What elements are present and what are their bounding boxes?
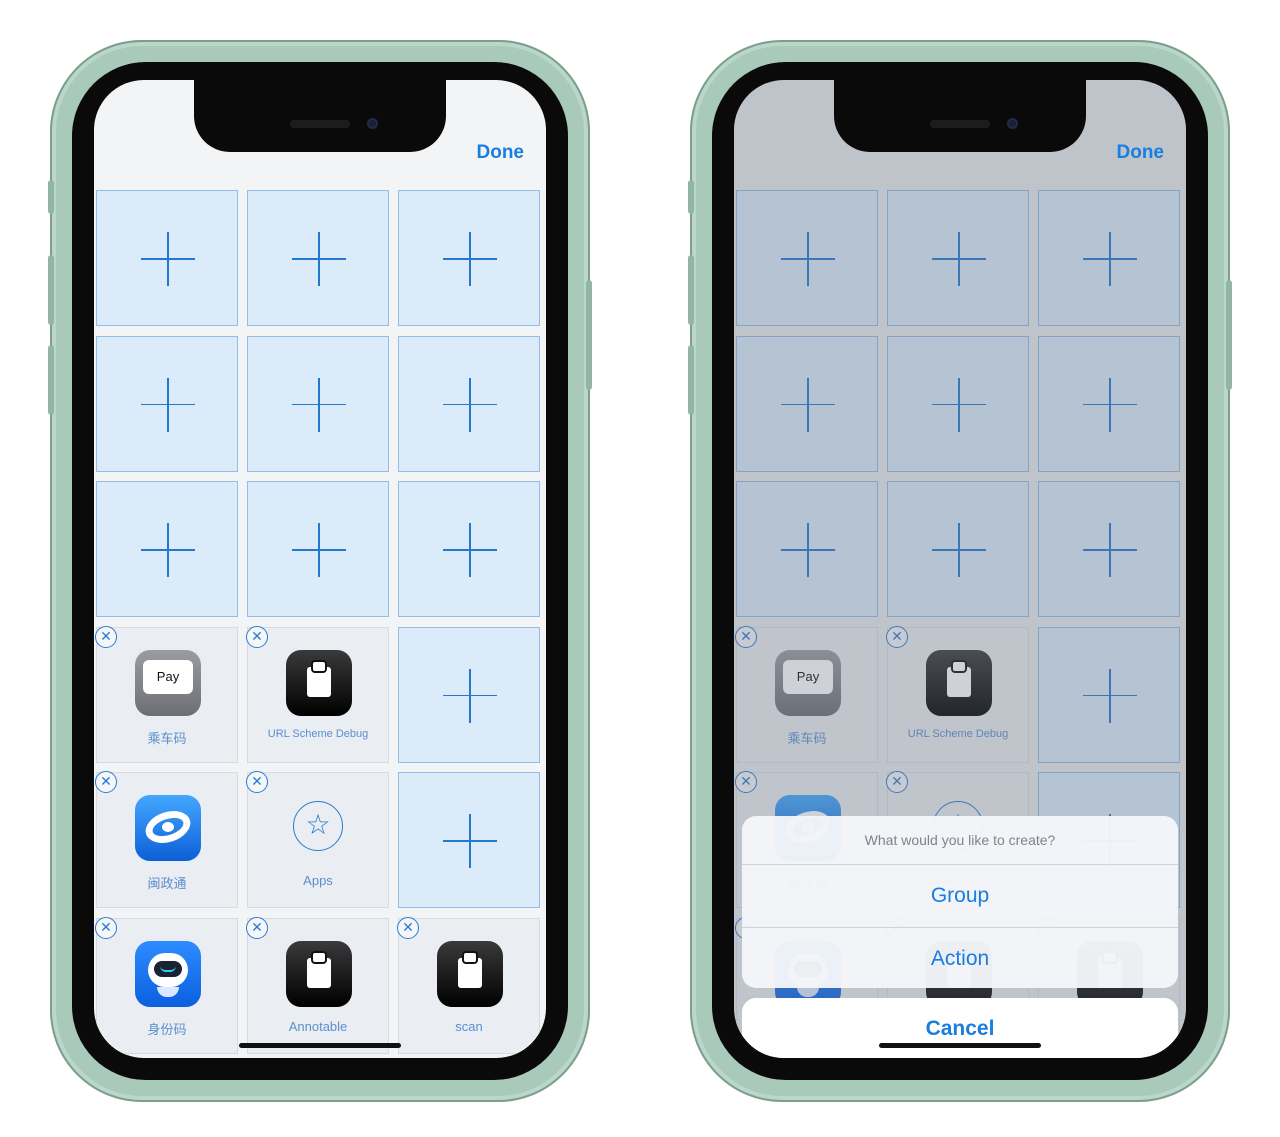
plus-icon xyxy=(443,377,497,432)
shortcut-tile[interactable]: ✕ URL Scheme Debug xyxy=(246,625,389,763)
clipboard-clip xyxy=(464,953,476,962)
clipboard-icon xyxy=(286,941,352,1007)
remove-icon[interactable]: ✕ xyxy=(246,771,268,794)
remove-icon[interactable]: ✕ xyxy=(95,625,117,648)
left-phone: Done ✕ Pay 乘车码 ✕ URL Scheme Debug ✕ 闽政通 ✕ ☆ Apps ✕… xyxy=(48,40,592,1102)
volume-down-button xyxy=(48,345,54,415)
clipboard-body xyxy=(458,958,482,988)
plus-icon xyxy=(141,377,195,432)
plus-icon xyxy=(443,668,497,723)
plus-icon xyxy=(141,232,195,286)
apple-pay-icon: Pay xyxy=(135,649,201,716)
power-button xyxy=(586,280,592,390)
tile-label: URL Scheme Debug xyxy=(267,727,369,740)
star-circle-icon: ☆ xyxy=(293,801,343,852)
tile-label: Annotable xyxy=(288,1019,348,1034)
action-option-button[interactable]: Action xyxy=(742,928,1178,988)
camera xyxy=(1007,118,1018,129)
action-sheet-title: What would you like to create? xyxy=(742,816,1178,865)
notch xyxy=(194,80,446,152)
clipboard-icon xyxy=(437,941,503,1007)
shortcut-tile[interactable]: ✕ scan xyxy=(397,917,540,1054)
plus-icon xyxy=(443,232,497,286)
plus-icon xyxy=(443,523,497,578)
add-tile[interactable] xyxy=(96,481,238,618)
shortcut-tile[interactable]: ✕ Annotable xyxy=(246,917,389,1054)
tile-label: 身份码 xyxy=(147,1022,187,1037)
shortcut-tile[interactable]: ✕ ☆ Apps xyxy=(246,771,389,909)
minzhengtong-icon xyxy=(135,795,201,862)
remove-icon[interactable]: ✕ xyxy=(397,917,419,939)
add-tile[interactable] xyxy=(398,626,540,763)
action-sheet: What would you like to create? Group Act… xyxy=(742,816,1178,988)
done-button[interactable]: Done xyxy=(1117,142,1165,164)
robot-body xyxy=(157,987,179,997)
mute-switch xyxy=(688,180,694,214)
tile-label: scan xyxy=(455,1019,483,1034)
clipboard-clip xyxy=(313,953,325,962)
home-indicator[interactable] xyxy=(239,1043,401,1048)
volume-up-button xyxy=(688,255,694,325)
speaker xyxy=(290,120,350,128)
add-tile[interactable] xyxy=(398,481,540,618)
clipboard-body xyxy=(307,666,331,697)
add-tile[interactable] xyxy=(96,190,238,326)
plus-icon xyxy=(292,232,346,286)
plus-icon xyxy=(292,377,346,432)
home-indicator[interactable] xyxy=(879,1043,1041,1048)
apple-pay-card: Pay xyxy=(143,659,193,694)
clipboard-clip xyxy=(313,661,325,671)
remove-icon[interactable]: ✕ xyxy=(95,917,117,939)
add-tile[interactable] xyxy=(398,772,540,909)
cancel-button[interactable]: Cancel xyxy=(742,998,1178,1058)
remove-icon[interactable]: ✕ xyxy=(246,625,268,648)
add-tile[interactable] xyxy=(96,335,238,472)
tile-label: 闽政通 xyxy=(147,876,187,892)
clipboard-body xyxy=(307,958,331,988)
shortcut-tile[interactable]: ✕ 闽政通 xyxy=(95,771,238,909)
add-tile[interactable] xyxy=(398,335,540,472)
launcher-grid: ✕ Pay 乘车码 ✕ URL Scheme Debug ✕ 闽政通 ✕ ☆ Apps ✕ 身份码 ✕ A… xyxy=(95,190,545,1056)
add-tile[interactable] xyxy=(247,481,389,618)
group-option-button[interactable]: Group xyxy=(742,865,1178,928)
speaker xyxy=(930,120,990,128)
shortcut-tile[interactable]: ✕ 身份码 xyxy=(95,917,238,1054)
add-tile[interactable] xyxy=(398,190,540,326)
camera xyxy=(367,118,378,129)
volume-down-button xyxy=(688,345,694,415)
apple-pay-text: Pay xyxy=(156,668,180,684)
screen: Done ✕Pay乘车码✕URL Scheme Debug✕闽政通✕☆Apps✕… xyxy=(94,80,546,1058)
volume-up-button xyxy=(48,255,54,325)
add-tile[interactable] xyxy=(247,190,389,326)
power-button xyxy=(1226,280,1232,390)
clipboard-icon xyxy=(286,649,352,716)
done-button[interactable]: Done xyxy=(477,142,525,164)
plus-icon xyxy=(292,523,346,578)
robot-icon xyxy=(135,941,201,1007)
add-tile[interactable] xyxy=(247,335,389,472)
screen: Done ✕Pay乘车码✕URL Scheme Debug✕闽政通✕☆Apps✕… xyxy=(734,80,1186,1058)
tile-label: Apps xyxy=(303,873,333,889)
plus-icon xyxy=(141,523,195,578)
right-phone: Done ✕Pay乘车码✕URL Scheme Debug✕闽政通✕☆Apps✕… xyxy=(688,40,1232,1102)
plus-icon xyxy=(443,814,497,869)
tile-label: 乘车码 xyxy=(147,730,187,746)
remove-icon[interactable]: ✕ xyxy=(246,917,268,939)
mute-switch xyxy=(48,180,54,214)
shortcut-tile[interactable]: ✕ Pay 乘车码 xyxy=(95,625,238,763)
notch xyxy=(834,80,1086,152)
remove-icon[interactable]: ✕ xyxy=(95,771,117,794)
